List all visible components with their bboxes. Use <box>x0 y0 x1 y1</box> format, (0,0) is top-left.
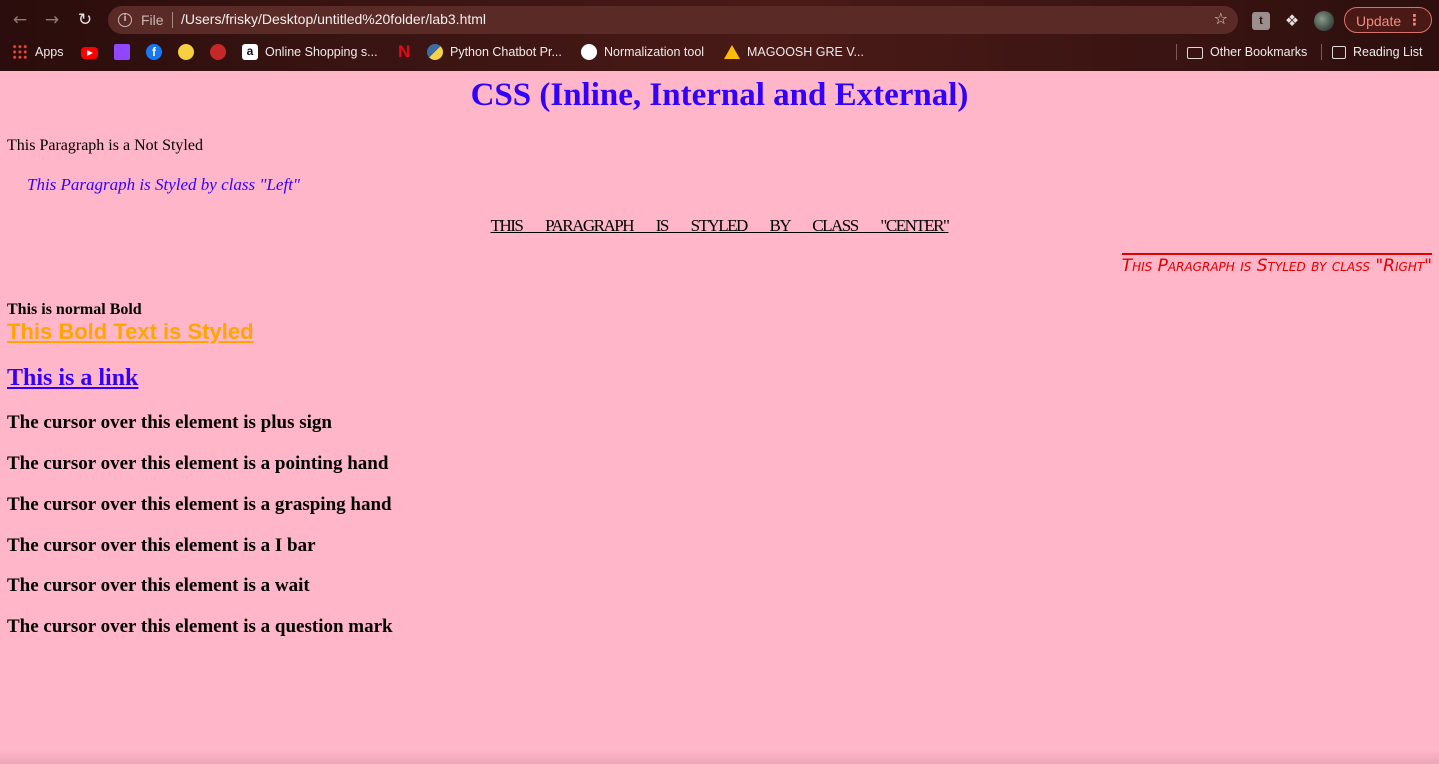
other-bookmarks-label: Other Bookmarks <box>1210 45 1308 59</box>
bookmark-label: Python Chatbot Pr... <box>450 45 562 59</box>
cursor-help-line: The cursor over this element is a questi… <box>7 616 393 637</box>
info-icon[interactable]: i <box>118 13 132 27</box>
google-drive-icon <box>724 45 740 59</box>
bookmark-label: Normalization tool <box>604 45 705 59</box>
bookmark-label: Online Shopping s... <box>265 45 378 59</box>
globe-icon <box>581 44 597 60</box>
bookmark-label: Apps <box>35 45 64 59</box>
cursor-pointer-line: The cursor over this element is a pointi… <box>7 453 389 474</box>
bold-styled-text: This Bold Text is Styled <box>7 319 254 344</box>
folder-icon <box>1187 47 1203 59</box>
facebook-icon: f <box>146 44 162 60</box>
profile-avatar[interactable] <box>1314 11 1334 31</box>
arrow-left-icon: ← <box>12 10 28 30</box>
puzzle-icon[interactable]: ❖ <box>1283 12 1301 30</box>
apple-icon <box>210 44 226 60</box>
cursor-plus-line: The cursor over this element is plus sig… <box>7 412 332 433</box>
twitch-icon <box>114 44 130 60</box>
bookmark-apple[interactable] <box>210 42 226 62</box>
paragraph-not-styled: This Paragraph is a Not Styled <box>7 137 203 154</box>
browser-toolbar: ← → ↻ i File /Users/frisky/Desktop/untit… <box>0 4 1439 36</box>
paragraph-center: This Paragraph is Styled by class "Cente… <box>490 216 950 235</box>
page-viewport: CSS (Inline, Internal and External) This… <box>0 71 1439 764</box>
browser-chrome: ← → ↻ i File /Users/frisky/Desktop/untit… <box>0 0 1439 71</box>
reload-icon: ↻ <box>77 10 93 30</box>
amazon-icon: a <box>242 44 258 60</box>
kebab-menu-icon: ⋮ <box>1407 11 1422 29</box>
bookmark-twitch[interactable] <box>114 42 130 62</box>
reading-list[interactable]: Reading List <box>1332 42 1423 62</box>
youtube-icon <box>81 47 98 59</box>
bookmark-amazon[interactable]: a Online Shopping s... <box>242 42 378 62</box>
bookmarks-divider <box>1176 44 1177 60</box>
bookmark-label: MAGOOSH GRE V... <box>747 45 864 59</box>
update-button[interactable]: Update ⋮ <box>1344 7 1432 33</box>
cursor-wait-line: The cursor over this element is a wait <box>7 575 310 596</box>
netflix-icon: N <box>398 42 411 61</box>
bold-normal-text: This is normal Bold <box>7 301 142 318</box>
reading-list-label: Reading List <box>1353 45 1423 59</box>
paragraph-left: This Paragraph is Styled by class "Left" <box>27 175 301 194</box>
cursor-grab-line: The cursor over this element is a graspi… <box>7 494 392 515</box>
bookmarks-divider <box>1321 44 1322 60</box>
apps-grid-icon <box>12 44 28 60</box>
bookmark-star-icon[interactable]: ☆ <box>1214 9 1228 28</box>
bookmark-magoosh[interactable]: MAGOOSH GRE V... <box>724 42 864 62</box>
arrow-right-icon: → <box>44 10 60 30</box>
pirate-icon <box>178 44 194 60</box>
update-label: Update <box>1356 13 1402 29</box>
bookmark-youtube[interactable] <box>81 42 98 62</box>
reading-list-icon <box>1332 45 1346 59</box>
bookmark-python-chatbot[interactable]: Python Chatbot Pr... <box>427 42 562 62</box>
bookmark-pirate[interactable] <box>178 42 194 62</box>
bookmark-apps[interactable]: Apps <box>12 42 64 62</box>
other-bookmarks[interactable]: Other Bookmarks <box>1187 42 1307 62</box>
cursor-ibar-line: The cursor over this element is a I bar <box>7 535 316 556</box>
paragraph-right: This Paragraph is Styled by class "Right… <box>1121 253 1432 276</box>
omnibox-divider <box>172 12 173 28</box>
back-button[interactable]: ← <box>8 8 32 32</box>
python-icon <box>427 44 443 60</box>
scheme-label: File <box>141 12 164 28</box>
bookmark-normalization[interactable]: Normalization tool <box>581 42 704 62</box>
bookmark-netflix[interactable]: N <box>398 42 410 62</box>
bookmarks-bar: Apps f a Online Shopping s... N Python C… <box>0 40 1439 64</box>
forward-button[interactable]: → <box>40 8 64 32</box>
url-text[interactable]: /Users/frisky/Desktop/untitled%20folder/… <box>181 11 486 27</box>
extension-icon[interactable]: t <box>1252 12 1270 30</box>
page-link[interactable]: This is a link <box>7 365 138 392</box>
reload-button[interactable]: ↻ <box>73 8 97 32</box>
page-title: CSS (Inline, Internal and External) <box>470 77 969 113</box>
address-bar[interactable]: i File /Users/frisky/Desktop/untitled%20… <box>108 6 1238 34</box>
bookmark-facebook[interactable]: f <box>146 42 162 62</box>
